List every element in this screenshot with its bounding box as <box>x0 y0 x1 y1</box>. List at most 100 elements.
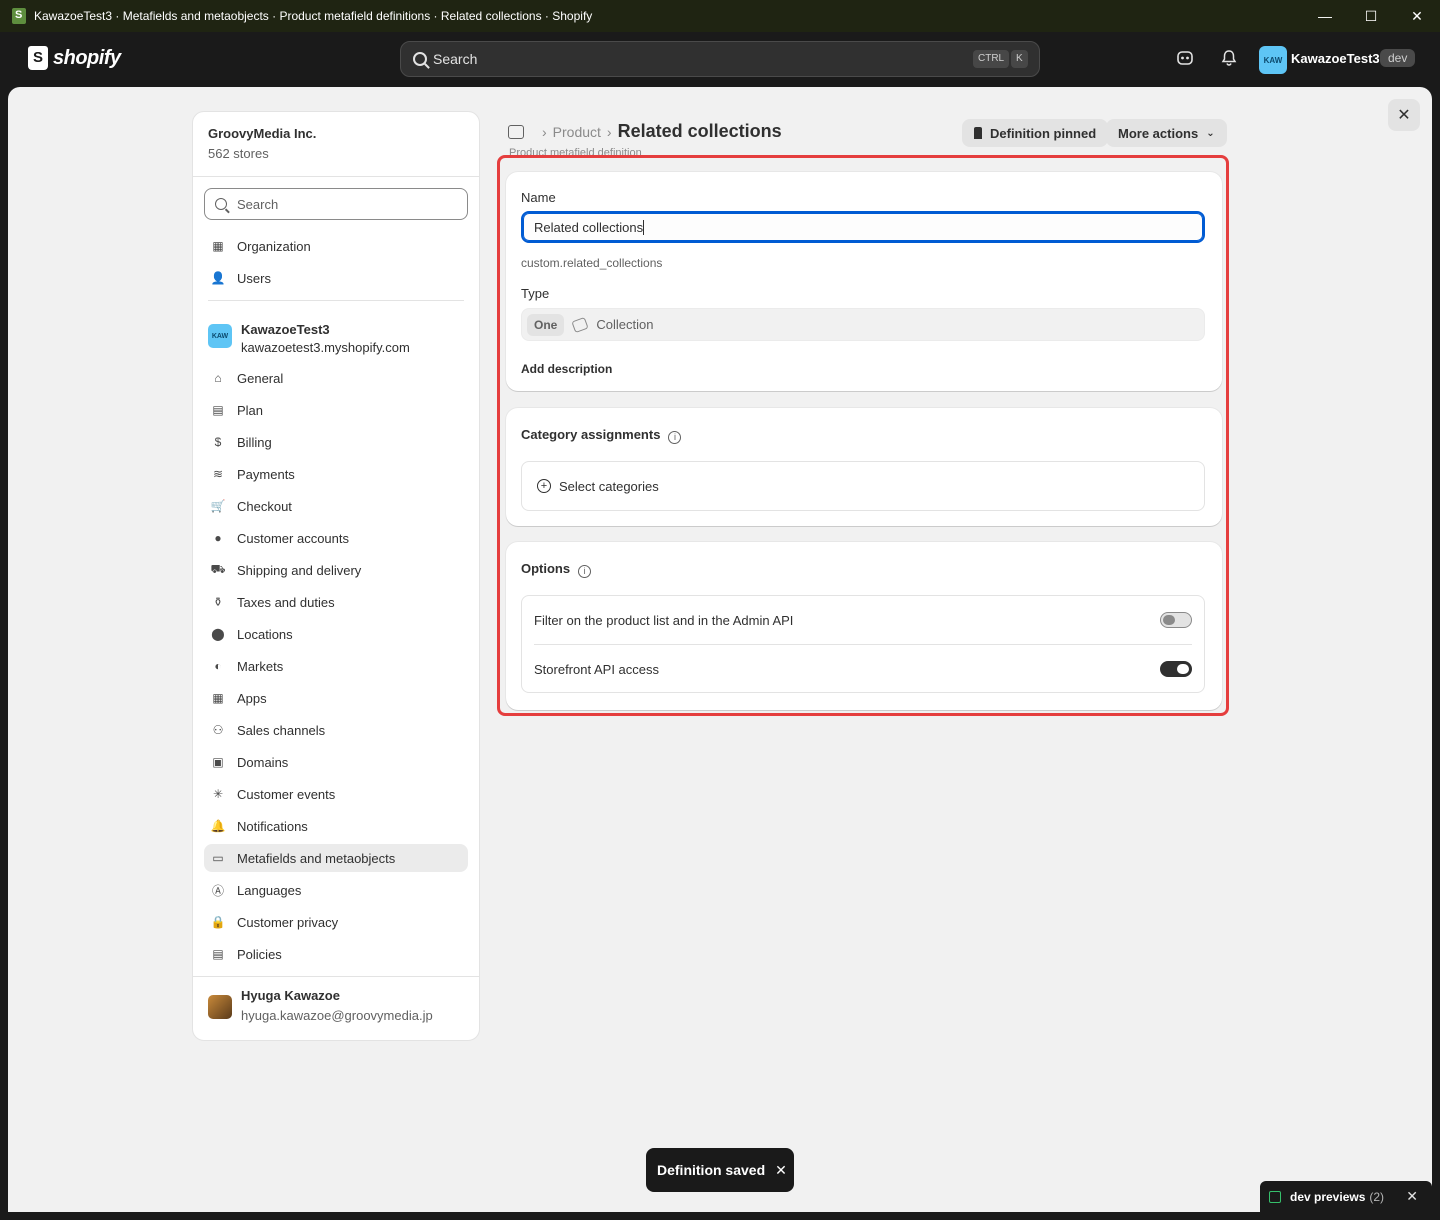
policies-icon: ▤ <box>212 947 224 961</box>
user-avatar <box>208 995 232 1019</box>
sidebar-item-label: Organization <box>237 238 311 254</box>
toast-close-icon[interactable]: ✕ <box>775 1162 787 1179</box>
sidebar-item-locations[interactable]: ⬤ Locations <box>204 620 468 648</box>
definition-pinned-button[interactable]: Definition pinned <box>962 119 1109 147</box>
dev-previews-close-icon[interactable]: ✕ <box>1406 1188 1418 1205</box>
sidebar-item-label: Users <box>237 270 271 286</box>
more-actions-button[interactable]: More actions ⌄ <box>1106 119 1227 147</box>
sidebar-item-label: Markets <box>237 658 284 674</box>
shopify-bag-icon <box>28 46 48 70</box>
sidebar-item-label: Domains <box>237 754 289 770</box>
maximize-button[interactable]: ☐ <box>1348 0 1394 32</box>
chevron-right-icon: › <box>606 123 612 140</box>
sidebar-item-label: Customer privacy <box>237 914 339 930</box>
sidebar-item-markets[interactable]: ◐ Markets <box>204 652 468 680</box>
sidebar-item-general[interactable]: ⌂ General <box>204 364 468 392</box>
sidebar-item-label: Languages <box>237 882 302 898</box>
dev-previews-label: dev previews <box>1290 1189 1366 1204</box>
lock-icon: 🔒 <box>210 915 226 929</box>
bell-icon: 🔔 <box>210 819 226 833</box>
location-icon: ⬤ <box>211 627 225 641</box>
metafields-icon: ▭ <box>212 851 224 865</box>
org-name[interactable]: GroovyMedia Inc. <box>208 126 316 141</box>
window-titlebar: KawazoeTest3 · Metafields and metaobject… <box>0 0 1440 32</box>
cursor-icon: ✳ <box>212 787 224 801</box>
channels-icon: ⚇ <box>212 723 224 737</box>
divider <box>208 300 464 301</box>
language-icon: Ⓐ <box>211 883 224 898</box>
cart-icon: 🛒 <box>210 499 226 513</box>
settings-search-input[interactable]: Search <box>204 188 468 220</box>
dev-previews-bar[interactable]: dev previews (2) ✕ <box>1260 1181 1432 1212</box>
minimize-button[interactable]: — <box>1302 0 1348 32</box>
sidebar-item-label: Notifications <box>237 818 308 834</box>
close-settings-button[interactable]: ✕ <box>1388 99 1420 131</box>
divider <box>193 176 479 177</box>
sidebar-item-customer-events[interactable]: ✳ Customer events <box>204 780 468 808</box>
sidebar-item-billing[interactable]: $ Billing <box>204 428 468 456</box>
sidebar-item-notifications[interactable]: 🔔 Notifications <box>204 812 468 840</box>
sidebar-item-policies[interactable]: ▤ Policies <box>204 940 468 968</box>
definition-pinned-label: Definition pinned <box>990 125 1097 141</box>
settings-sidebar: GroovyMedia Inc. 562 stores Search ▦ Org… <box>192 111 480 1041</box>
store-name: KawazoeTest3 <box>241 322 330 337</box>
sidebar-item-label: Sales channels <box>237 722 326 738</box>
page-title: Related collections <box>617 121 782 141</box>
sidebar-item-users[interactable]: 👤 Users <box>204 264 468 292</box>
global-search-input[interactable]: Search CTRL K <box>400 41 1040 77</box>
store-avatar[interactable]: KAW <box>1259 46 1287 74</box>
annotation-highlight-box <box>497 155 1229 716</box>
page-subtitle: Product metafield definition <box>509 147 642 155</box>
dev-badge: dev <box>1380 49 1416 67</box>
sidebar-item-label: Payments <box>237 466 295 482</box>
notifications-bell-icon[interactable] <box>1219 49 1239 69</box>
truck-icon: ⛟ <box>210 562 226 576</box>
divider <box>193 976 479 977</box>
sidebar-item-label: Billing <box>237 434 272 450</box>
sidebar-item-taxes-and-duties[interactable]: ⚱ Taxes and duties <box>204 588 468 616</box>
sidebar-item-label: Locations <box>237 626 293 642</box>
store-icon: ⌂ <box>214 371 222 385</box>
sidebar-item-plan[interactable]: ▤ Plan <box>204 396 468 424</box>
sidebar-item-customer-accounts[interactable]: ● Customer accounts <box>204 524 468 552</box>
metafields-icon[interactable] <box>508 124 524 139</box>
users-icon: 👤 <box>210 271 226 285</box>
sidebar-item-apps[interactable]: ▦ Apps <box>204 684 468 712</box>
sidebar-item-label: Policies <box>237 946 282 962</box>
sidebar-item-label: General <box>237 370 284 386</box>
shopify-logo[interactable]: shopify <box>28 46 121 70</box>
sidebar-item-domains[interactable]: ▣ Domains <box>204 748 468 776</box>
dev-previews-count: (2) <box>1369 1189 1385 1204</box>
sidekick-icon[interactable] <box>1175 49 1195 69</box>
building-icon: ▦ <box>212 239 224 253</box>
breadcrumb: › Product › Related collections <box>508 121 782 142</box>
sidebar-item-organization[interactable]: ▦ Organization <box>204 232 468 260</box>
window-close-button[interactable]: ✕ <box>1394 0 1440 32</box>
more-actions-label: More actions <box>1118 125 1199 141</box>
tax-icon: ⚱ <box>212 595 224 609</box>
sidebar-item-label: Shipping and delivery <box>237 562 362 578</box>
sidebar-item-customer-privacy[interactable]: 🔒 Customer privacy <box>204 908 468 936</box>
sidebar-item-languages[interactable]: Ⓐ Languages <box>204 876 468 904</box>
sidebar-item-metafields-and-metaobjects[interactable]: ▭ Metafields and metaobjects <box>204 844 468 872</box>
user-email: hyuga.kawazoe@groovymedia.jp <box>241 1008 433 1023</box>
apps-icon: ▦ <box>212 691 224 705</box>
breadcrumb-product[interactable]: Product <box>553 124 601 140</box>
top-bar: shopify Search CTRL K KAW KawazoeTest3 d… <box>8 32 1432 87</box>
org-store-count: 562 stores <box>208 146 269 161</box>
chevron-right-icon: › <box>542 123 547 140</box>
pin-icon <box>974 127 982 139</box>
chevron-down-icon: ⌄ <box>1206 127 1215 139</box>
sidebar-item-shipping-and-delivery[interactable]: ⛟ Shipping and delivery <box>204 556 468 584</box>
settings-search-placeholder: Search <box>237 196 279 212</box>
sidebar-item-checkout[interactable]: 🛒 Checkout <box>204 492 468 520</box>
sidebar-item-label: Taxes and duties <box>237 594 335 610</box>
shopify-app-icon <box>12 8 26 24</box>
sidebar-item-label: Customer events <box>237 786 336 802</box>
search-icon <box>413 52 427 66</box>
store-switcher-name[interactable]: KawazoeTest3 <box>1291 51 1380 66</box>
sidebar-item-payments[interactable]: ≋ Payments <box>204 460 468 488</box>
payments-icon: ≋ <box>212 467 224 481</box>
preview-icon <box>1269 1190 1281 1203</box>
sidebar-item-sales-channels[interactable]: ⚇ Sales channels <box>204 716 468 744</box>
